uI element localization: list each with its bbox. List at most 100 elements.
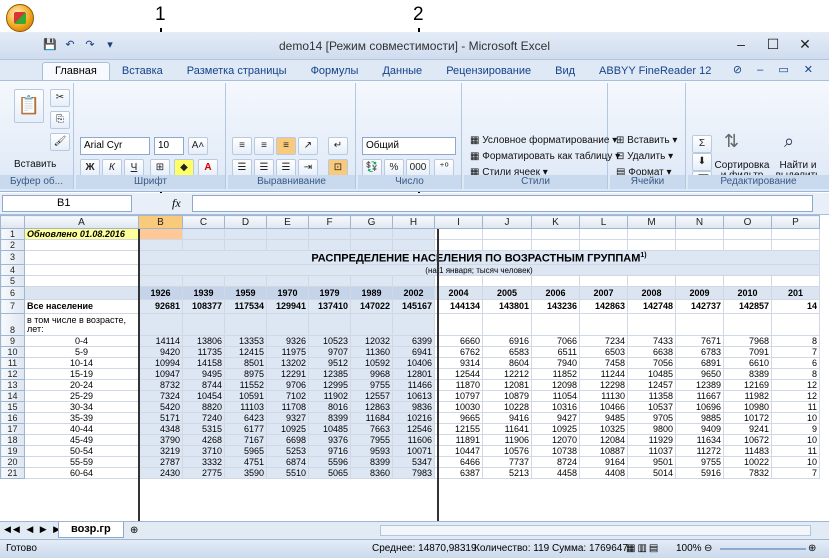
cell[interactable]	[531, 239, 580, 251]
cell[interactable]: 11552	[224, 379, 267, 391]
cell[interactable]: 12457	[627, 379, 676, 391]
cell[interactable]	[771, 275, 820, 287]
cell[interactable]: 7832	[723, 467, 772, 479]
cell[interactable]	[723, 228, 772, 240]
cell[interactable]	[627, 228, 676, 240]
cell[interactable]: 2787	[138, 456, 183, 468]
cell[interactable]	[224, 228, 267, 240]
cell[interactable]: 6423	[224, 412, 267, 424]
cell[interactable]: 12	[771, 390, 820, 402]
cell[interactable]: 11244	[579, 368, 628, 380]
cell[interactable]: 117534	[224, 299, 267, 314]
cell[interactable]: 4408	[579, 467, 628, 479]
cell[interactable]: 7968	[723, 335, 772, 347]
cell[interactable]: 10447	[434, 445, 483, 457]
year-header[interactable]: 201	[771, 286, 820, 300]
year-header[interactable]: 1926	[138, 286, 183, 300]
cell[interactable]: 11684	[350, 412, 393, 424]
row-header[interactable]: 5	[0, 275, 25, 287]
font-size-select[interactable]: 10	[154, 137, 184, 155]
cell[interactable]	[266, 228, 309, 240]
cell[interactable]	[675, 228, 724, 240]
year-header[interactable]: 2009	[675, 286, 724, 300]
cell[interactable]: 9241	[723, 423, 772, 435]
cell[interactable]: 3790	[138, 434, 183, 446]
cell[interactable]: 13353	[224, 335, 267, 347]
cell[interactable]: 8724	[531, 456, 580, 468]
cell[interactable]: 10	[771, 434, 820, 446]
tab-0[interactable]: Главная	[42, 62, 110, 80]
row-header[interactable]: 3	[0, 250, 25, 265]
cell[interactable]: 11483	[723, 445, 772, 457]
name-box[interactable]: B1	[2, 195, 132, 212]
cell[interactable]: 10172	[723, 412, 772, 424]
cell[interactable]: 12	[771, 379, 820, 391]
cell[interactable]: 10887	[579, 445, 628, 457]
cell[interactable]: 9327	[266, 412, 309, 424]
cell[interactable]: 6916	[482, 335, 532, 347]
cell[interactable]	[675, 313, 724, 336]
cell[interactable]	[350, 313, 393, 336]
cell[interactable]	[434, 313, 483, 336]
row-header[interactable]: 9	[0, 335, 25, 347]
cell[interactable]: 9512	[308, 357, 351, 369]
grow-font-icon[interactable]: A˄	[188, 137, 208, 155]
cell[interactable]: 11634	[675, 434, 724, 446]
cell[interactable]: 6177	[224, 423, 267, 435]
cell[interactable]: 12544	[434, 368, 483, 380]
cell[interactable]: 10925	[266, 423, 309, 435]
cell[interactable]: 5347	[392, 456, 435, 468]
cell[interactable]: 10591	[224, 390, 267, 402]
cell[interactable]: 14158	[182, 357, 225, 369]
format-painter-icon[interactable]: 🖌	[50, 133, 70, 151]
cell[interactable]: 5065	[308, 467, 351, 479]
cell[interactable]: 8399	[308, 412, 351, 424]
cell[interactable]: 11358	[627, 390, 676, 402]
cell[interactable]: 6891	[675, 357, 724, 369]
cell[interactable]: 10592	[350, 357, 393, 369]
tab-2[interactable]: Разметка страницы	[175, 63, 299, 80]
worksheet-grid[interactable]: A B C D E F G H I J K L M N O P 1 Обновлено 01.08.2016 2 3 Р…	[0, 215, 829, 521]
cell[interactable]: 10696	[675, 401, 724, 413]
cell[interactable]	[24, 264, 139, 276]
cell[interactable]: 8501	[224, 357, 267, 369]
cell[interactable]: 12070	[531, 434, 580, 446]
cell[interactable]: 9427	[531, 412, 580, 424]
column-header-G[interactable]: G	[350, 215, 393, 229]
conditional-formatting-button[interactable]: ▦ Условное форматирование ▾	[470, 135, 617, 146]
tab-3[interactable]: Формулы	[299, 63, 371, 80]
cell[interactable]	[482, 275, 532, 287]
cell[interactable]	[482, 239, 532, 251]
column-header-E[interactable]: E	[266, 215, 309, 229]
cell[interactable]: 11	[771, 445, 820, 457]
cell[interactable]	[579, 313, 628, 336]
cell[interactable]: 13202	[266, 357, 309, 369]
insert-sheet-icon[interactable]: ⊕	[130, 525, 138, 536]
cell[interactable]: 10980	[723, 401, 772, 413]
cell[interactable]: 12291	[266, 368, 309, 380]
year-header[interactable]: 2004	[434, 286, 483, 300]
cell[interactable]: 12389	[675, 379, 724, 391]
cell[interactable]: 12995	[308, 379, 351, 391]
cell[interactable]: 10466	[579, 401, 628, 413]
column-header-P[interactable]: P	[771, 215, 820, 229]
cell[interactable]: 6610	[723, 357, 772, 369]
column-header-D[interactable]: D	[224, 215, 267, 229]
cell[interactable]: 9968	[350, 368, 393, 380]
cell[interactable]	[627, 239, 676, 251]
cell[interactable]	[224, 275, 267, 287]
cell[interactable]	[723, 313, 772, 336]
row-header[interactable]: 8	[0, 313, 25, 336]
cell[interactable]: 11852	[531, 368, 580, 380]
cell[interactable]: в том числе в возрасте, лет:	[24, 313, 139, 336]
cell[interactable]: 9593	[350, 445, 393, 457]
cell[interactable]	[627, 313, 676, 336]
cell[interactable]: 10879	[482, 390, 532, 402]
minimize-button[interactable]: –	[725, 36, 757, 53]
cell[interactable]: 10797	[434, 390, 483, 402]
row-header[interactable]: 16	[0, 412, 25, 424]
cell[interactable]: 11975	[266, 346, 309, 358]
cell[interactable]: 12801	[392, 368, 435, 380]
cell[interactable]: 11054	[531, 390, 580, 402]
cell[interactable]: 3332	[182, 456, 225, 468]
